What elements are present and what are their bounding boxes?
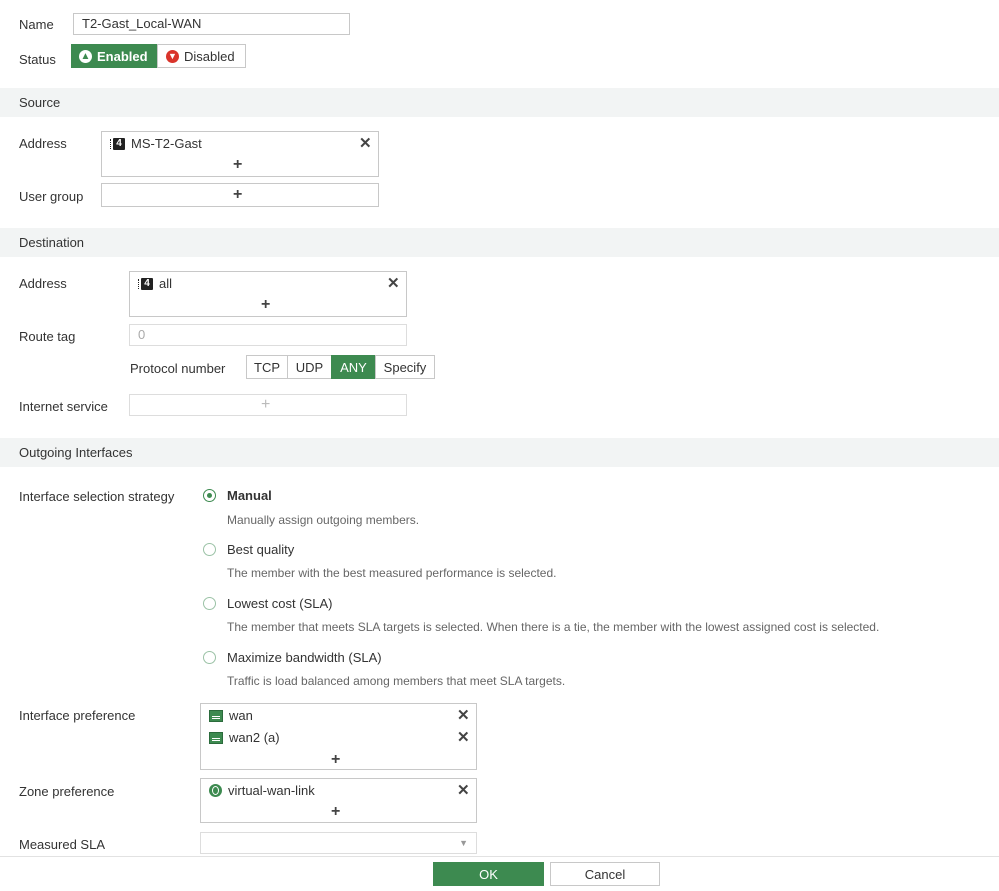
source-address-label: Address [19,136,67,151]
address-icon: 4 [110,137,125,150]
source-section-header: Source [0,88,999,117]
internet-service-label: Internet service [19,399,108,414]
outgoing-section-header: Outgoing Interfaces [0,438,999,467]
strategy-label: Interface selection strategy [19,489,175,504]
option-maximize-bandwidth-title: Maximize bandwidth (SLA) [227,650,382,665]
option-manual-desc: Manually assign outgoing members. [227,513,420,527]
interface-chip: wan2 (a) [209,730,280,745]
option-lowest-cost-title: Lowest cost (SLA) [227,596,333,611]
remove-source-address-icon[interactable]: ✕ [359,136,372,151]
status-disabled-label: Disabled [184,48,235,64]
chevron-down-icon: ▼ [459,838,468,848]
arrow-down-circle-icon: ▼ [166,49,179,63]
add-destination-address-icon[interactable]: + [261,297,270,313]
status-disabled-button[interactable]: ▼ Disabled [157,44,246,68]
interface-chip: wan [209,708,253,723]
add-interface-icon[interactable]: + [331,752,340,768]
route-tag-input[interactable]: 0 [129,324,407,346]
protocol-specify-button[interactable]: Specify [375,355,435,379]
remove-interface-wan-icon[interactable]: ✕ [457,708,470,723]
option-maximize-bandwidth-desc: Traffic is load balanced among members t… [227,674,566,688]
status-enabled-button[interactable]: ▲ Enabled [71,44,157,68]
radio-manual[interactable] [203,489,216,502]
route-tag-label: Route tag [19,329,76,344]
option-manual-title: Manual [227,488,272,503]
source-address-chip: 4 MS-T2-Gast [110,136,202,151]
cancel-button[interactable]: Cancel [550,862,660,886]
internet-service-box[interactable]: + [129,394,407,416]
interface-preference-box[interactable]: wan ✕ wan2 (a) ✕ + [200,703,477,770]
destination-address-label: Address [19,276,67,291]
destination-section-title: Destination [19,235,85,250]
address-icon: 4 [138,277,153,290]
protocol-number-label: Protocol number [130,361,226,376]
protocol-udp-button[interactable]: UDP [287,355,332,379]
interface-item-wan: wan [229,708,253,723]
ok-button[interactable]: OK [433,862,544,886]
option-lowest-cost-desc: The member that meets SLA targets is sel… [227,620,880,634]
radio-best-quality[interactable] [203,543,216,556]
source-address-item: MS-T2-Gast [131,136,202,151]
status-enabled-label: Enabled [97,48,148,64]
remove-destination-address-icon[interactable]: ✕ [387,276,400,291]
source-address-box[interactable]: 4 MS-T2-Gast ✕ + [101,131,379,177]
add-source-address-icon[interactable]: + [233,157,242,173]
outgoing-section-title: Outgoing Interfaces [19,445,133,460]
interface-icon [209,709,223,722]
radio-lowest-cost[interactable] [203,597,216,610]
zone-preference-box[interactable]: virtual-wan-link ✕ + [200,778,477,823]
remove-zone-icon[interactable]: ✕ [457,783,470,798]
arrow-up-circle-icon: ▲ [79,49,92,63]
destination-address-item: all [159,276,173,291]
destination-address-chip: 4 all [138,276,173,291]
measured-sla-label: Measured SLA [19,837,105,852]
add-zone-icon[interactable]: + [331,804,340,820]
interface-preference-label: Interface preference [19,708,136,723]
source-section-title: Source [19,95,61,110]
user-group-box[interactable]: + [101,183,379,207]
zone-item: virtual-wan-link [228,783,315,798]
destination-address-box[interactable]: 4 all ✕ + [129,271,407,317]
protocol-tcp-button[interactable]: TCP [246,355,288,379]
zone-preference-label: Zone preference [19,784,115,799]
option-best-quality-title: Best quality [227,542,295,557]
interface-item-wan2: wan2 (a) [229,730,280,745]
name-label: Name [19,17,54,32]
interface-icon [209,731,223,744]
option-best-quality-desc: The member with the best measured perfor… [227,566,557,580]
measured-sla-select[interactable]: ▼ [200,832,477,854]
destination-section-header: Destination [0,228,999,257]
user-group-label: User group [19,189,84,204]
globe-icon [209,784,222,797]
add-user-group-icon[interactable]: + [233,187,242,203]
status-label: Status [19,52,56,67]
remove-interface-wan2-icon[interactable]: ✕ [457,730,470,745]
zone-chip: virtual-wan-link [209,783,315,798]
protocol-any-button[interactable]: ANY [331,355,376,379]
add-internet-service-icon[interactable]: + [261,397,270,413]
name-input[interactable]: T2-Gast_Local-WAN [73,13,350,35]
radio-maximize-bandwidth[interactable] [203,651,216,664]
